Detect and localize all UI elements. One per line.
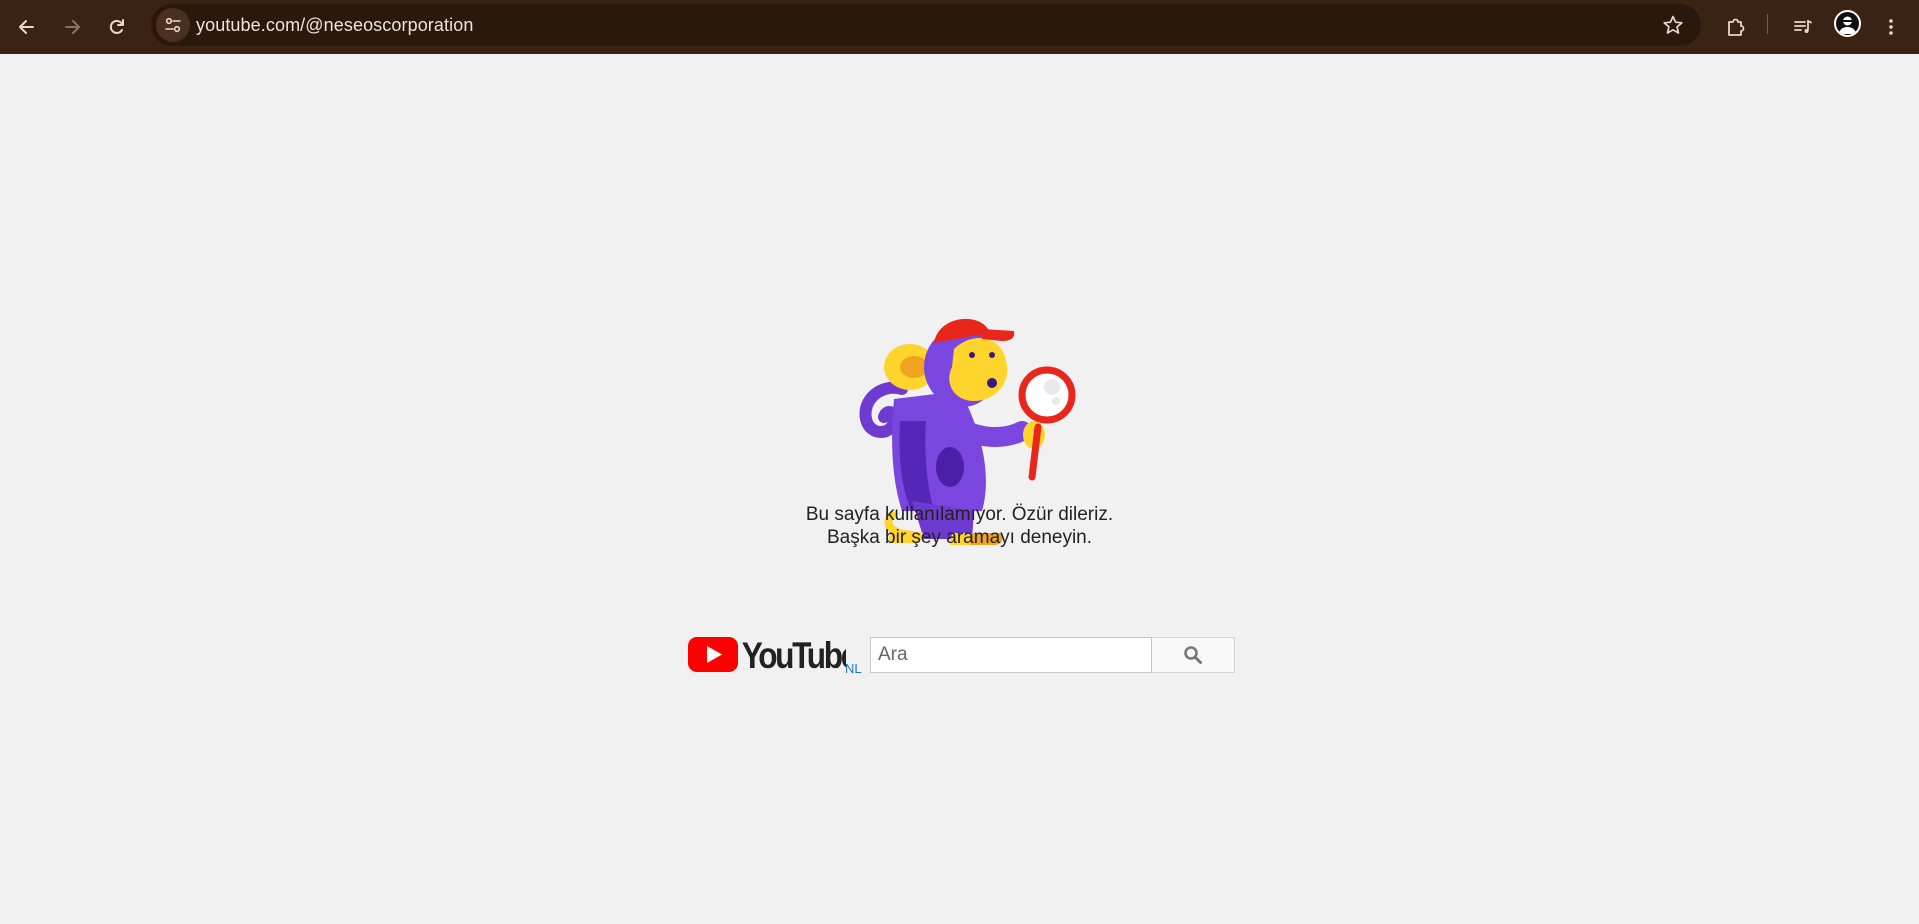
tune-icon [165,17,181,33]
site-info-button[interactable] [156,8,190,42]
arrow-right-icon [65,20,80,34]
toolbar-divider [1767,14,1768,34]
back-button[interactable] [8,8,46,46]
svg-text:YouTube: YouTube [742,636,846,674]
bookmark-button[interactable] [1659,11,1687,39]
browser-menu-button[interactable] [1872,8,1910,46]
media-controls-button[interactable] [1784,8,1822,46]
error-message-line2: Başka bir şey aramayı deneyin. [826,527,1093,548]
arrow-left-icon [19,20,34,34]
star-icon [1663,15,1683,34]
error-message-line1: Bu sayfa kullanılamıyor. Özür dileriz. [805,504,1114,525]
search-button[interactable] [1152,637,1235,673]
address-bar[interactable]: youtube.com/@neseoscorporation [151,4,1701,46]
browser-toolbar: youtube.com/@neseoscorporation [0,0,1919,54]
forward-button[interactable] [53,8,91,46]
logo-country-code: NL [845,661,862,676]
reload-button[interactable] [98,8,136,46]
profile-avatar[interactable] [1834,10,1861,37]
media-queue-icon [1794,20,1812,33]
kebab-menu-icon [1889,19,1893,35]
url-text[interactable]: youtube.com/@neseoscorporation [196,4,473,46]
avatar-icon [1839,16,1856,34]
youtube-logo[interactable]: YouTube [686,634,846,674]
search-icon [1184,646,1202,664]
search-input[interactable] [870,637,1152,673]
reload-icon [109,19,124,34]
extensions-button[interactable] [1717,8,1755,46]
puzzle-icon [1728,18,1745,36]
